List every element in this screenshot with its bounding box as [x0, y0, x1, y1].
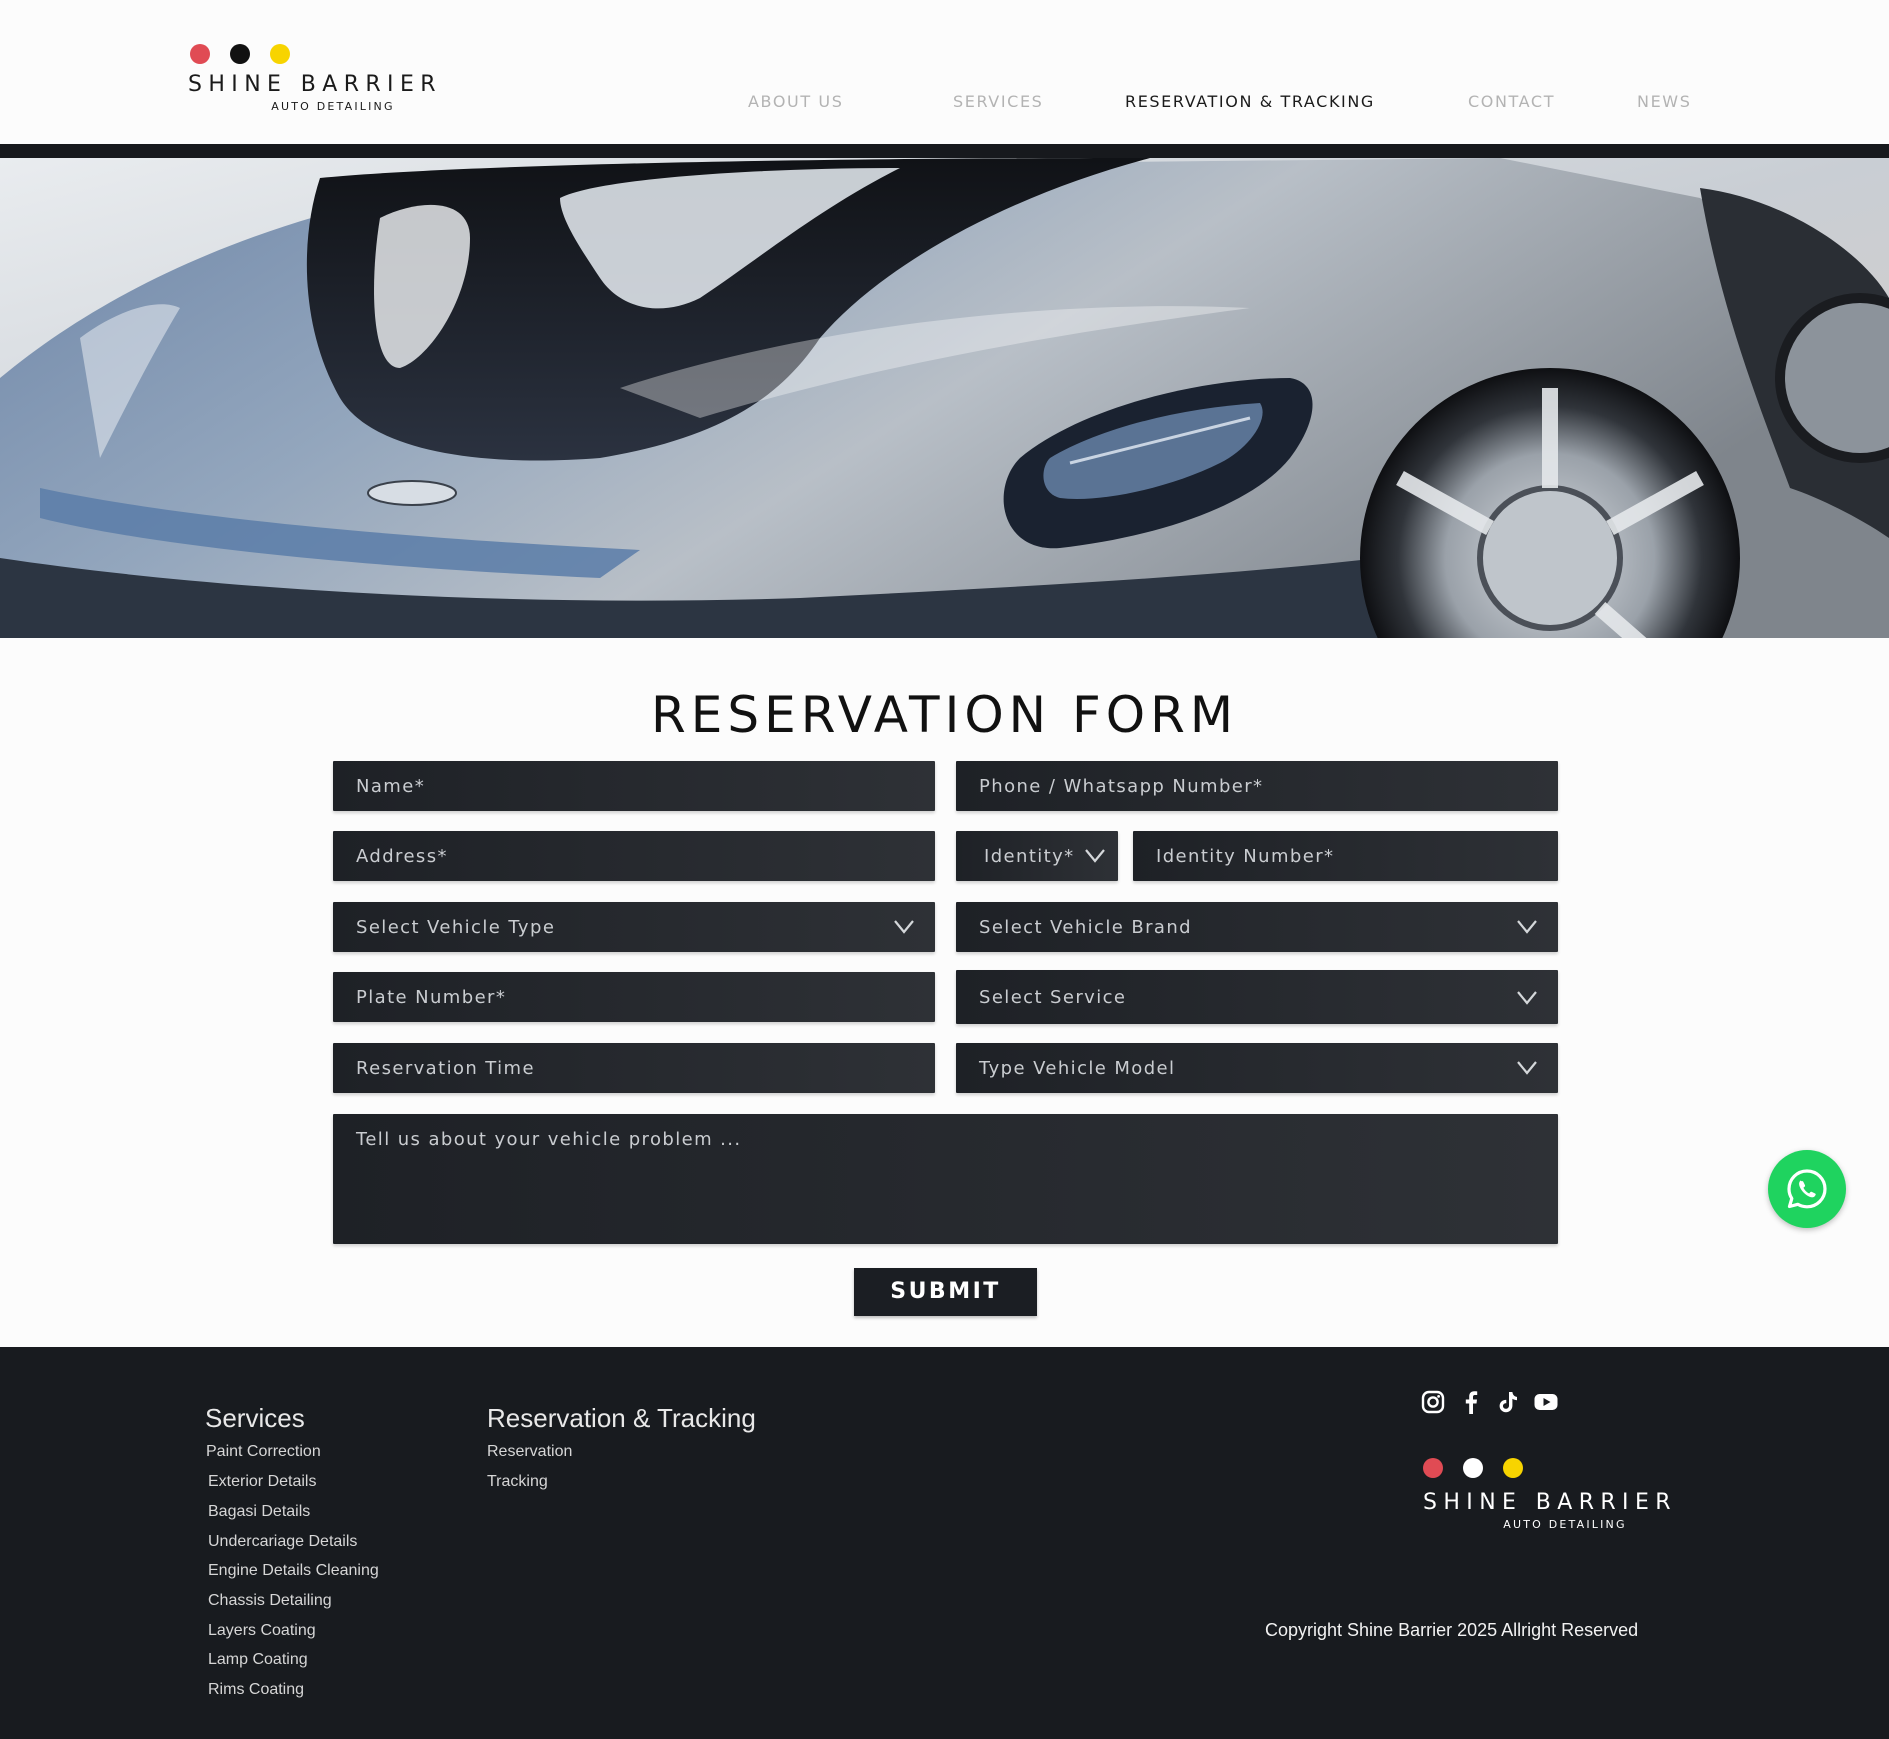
submit-button[interactable]: SUBMIT	[854, 1268, 1037, 1316]
site-logo[interactable]: SHINE BARRIER AUTO DETAILING	[188, 42, 478, 120]
footer-logo[interactable]: SHINE BARRIER AUTO DETAILING	[1420, 1458, 1710, 1531]
reservation-form-title: RESERVATION FORM	[651, 686, 1238, 744]
hero-car-illustration	[0, 158, 1889, 638]
site-header: SHINE BARRIER AUTO DETAILING ABOUT US SE…	[0, 0, 1889, 144]
footer-link-tracking[interactable]: Tracking	[487, 1473, 548, 1491]
facebook-icon[interactable]	[1458, 1389, 1484, 1415]
whatsapp-icon	[1787, 1169, 1827, 1209]
vehicle-model-select[interactable]: Type Vehicle Model	[956, 1043, 1558, 1093]
footer-link-lamp-coating[interactable]: Lamp Coating	[208, 1651, 308, 1669]
nav-reservation-tracking[interactable]: RESERVATION & TRACKING	[1125, 92, 1375, 116]
logo-dot-yellow	[1503, 1458, 1523, 1478]
logo-tagline: AUTO DETAILING	[271, 100, 395, 113]
chevron-down-icon	[1085, 849, 1105, 863]
name-field[interactable]: Name*	[333, 761, 935, 811]
logo-dot-black	[230, 44, 250, 64]
hero-image	[0, 158, 1889, 638]
phone-placeholder: Phone / Whatsapp Number*	[979, 776, 1264, 797]
identity-type-select[interactable]: Identity*	[956, 831, 1118, 881]
address-field[interactable]: Address*	[333, 831, 935, 881]
footer-logo-tagline: AUTO DETAILING	[1503, 1518, 1627, 1531]
nav-services[interactable]: SERVICES	[953, 92, 1043, 116]
chevron-down-icon	[1517, 920, 1537, 934]
vehicle-brand-select[interactable]: Select Vehicle Brand	[956, 902, 1558, 952]
vehicle-problem-placeholder: Tell us about your vehicle problem ...	[356, 1129, 742, 1150]
footer-link-paint-correction[interactable]: Paint Correction	[206, 1443, 321, 1461]
vehicle-brand-value: Select Vehicle Brand	[979, 917, 1192, 938]
plate-number-field[interactable]: Plate Number*	[333, 972, 935, 1022]
logo-dot-white	[1463, 1458, 1483, 1478]
chevron-down-icon	[894, 920, 914, 934]
logo-dot-red	[1423, 1458, 1443, 1478]
footer-link-layers-coating[interactable]: Layers Coating	[208, 1622, 316, 1640]
vehicle-type-value: Select Vehicle Type	[356, 917, 556, 938]
footer-reservation-heading: Reservation & Tracking	[487, 1403, 756, 1433]
footer-link-exterior-details[interactable]: Exterior Details	[208, 1473, 316, 1491]
vehicle-model-value: Type Vehicle Model	[979, 1058, 1176, 1079]
nav-news[interactable]: NEWS	[1637, 92, 1691, 116]
nav-about-us[interactable]: ABOUT US	[748, 92, 843, 116]
chevron-down-icon	[1517, 1061, 1537, 1075]
youtube-icon[interactable]	[1533, 1389, 1559, 1415]
nav-contact[interactable]: CONTACT	[1468, 92, 1555, 116]
whatsapp-chat-button[interactable]	[1768, 1150, 1846, 1228]
address-placeholder: Address*	[356, 846, 448, 867]
identity-number-field[interactable]: Identity Number*	[1133, 831, 1558, 881]
header-divider	[0, 144, 1889, 158]
footer-services-heading: Services	[205, 1403, 305, 1433]
reservation-time-placeholder: Reservation Time	[356, 1058, 535, 1079]
logo-dot-red	[190, 44, 210, 64]
plate-number-placeholder: Plate Number*	[356, 987, 507, 1008]
vehicle-type-select[interactable]: Select Vehicle Type	[333, 902, 935, 952]
instagram-icon[interactable]	[1420, 1389, 1446, 1415]
chevron-down-icon	[1517, 991, 1537, 1005]
vehicle-problem-textarea[interactable]: Tell us about your vehicle problem ...	[333, 1114, 1558, 1244]
name-placeholder: Name*	[356, 776, 426, 797]
footer-link-rims-coating[interactable]: Rims Coating	[208, 1681, 304, 1699]
footer-link-undercarriage-details[interactable]: Undercariage Details	[208, 1533, 357, 1551]
logo-dot-yellow	[270, 44, 290, 64]
service-select[interactable]: Select Service	[956, 970, 1558, 1024]
reservation-time-field[interactable]: Reservation Time	[333, 1043, 935, 1093]
logo-wordmark: SHINE BARRIER	[188, 72, 442, 97]
footer-link-engine-details-cleaning[interactable]: Engine Details Cleaning	[208, 1562, 379, 1580]
footer-link-reservation[interactable]: Reservation	[487, 1443, 572, 1461]
footer-link-bagasi-details[interactable]: Bagasi Details	[208, 1503, 310, 1521]
identity-number-placeholder: Identity Number*	[1156, 846, 1335, 867]
copyright-text: Copyright Shine Barrier 2025 Allright Re…	[1265, 1620, 1639, 1640]
footer-logo-wordmark: SHINE BARRIER	[1423, 1490, 1677, 1515]
tiktok-icon[interactable]	[1495, 1389, 1521, 1415]
footer-link-chassis-detailing[interactable]: Chassis Detailing	[208, 1592, 332, 1610]
phone-field[interactable]: Phone / Whatsapp Number*	[956, 761, 1558, 811]
service-value: Select Service	[979, 987, 1127, 1008]
identity-type-value: Identity*	[984, 846, 1075, 867]
